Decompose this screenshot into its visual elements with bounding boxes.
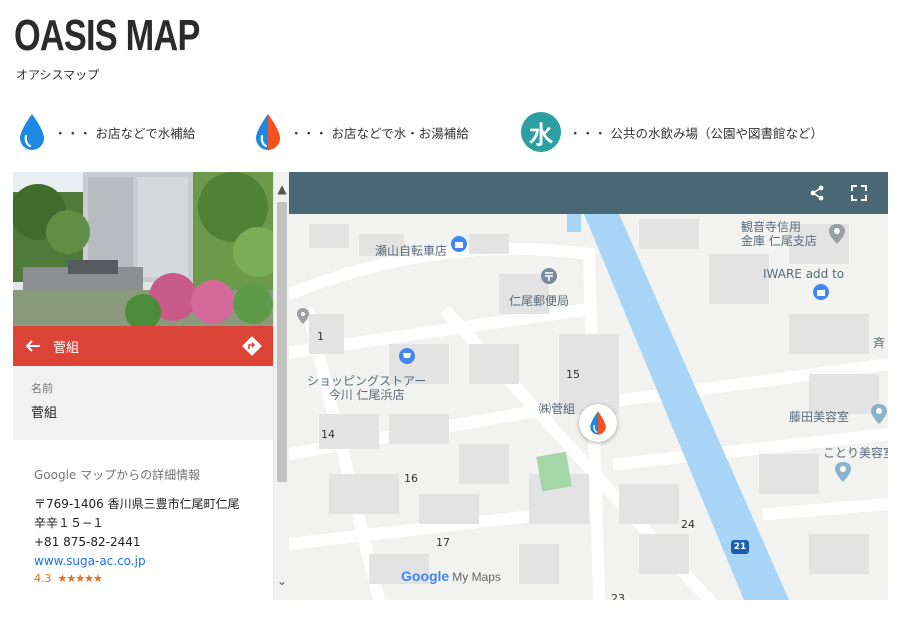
page-title: OASIS MAP [14, 11, 200, 60]
panel-scrollbar[interactable]: ▲ ⌄ [273, 172, 289, 600]
name-value: 菅組 [31, 406, 58, 421]
back-button[interactable] [13, 338, 53, 354]
my-maps-logo-text: My Maps [452, 570, 501, 584]
website-link[interactable]: www.suga-ac.co.jp [34, 552, 259, 571]
legend-item-water-hot: ・・・ お店などで水・お湯補給 [254, 110, 469, 154]
rating-stars: ★★★★★ [57, 572, 103, 585]
google-my-maps-logo: Google My Maps [401, 568, 501, 584]
block-number-1: 1 [317, 330, 324, 343]
place-photo [13, 172, 273, 326]
block-number-24: 24 [681, 518, 695, 531]
poi-iware[interactable]: IWARE add to [763, 267, 844, 281]
water-drop-blue-orange-icon [590, 411, 606, 435]
block-number-14: 14 [321, 428, 335, 441]
selected-place-marker[interactable] [579, 404, 617, 442]
block-number-16: 16 [404, 472, 418, 485]
water-drop-blue-orange-icon [256, 114, 280, 150]
rating: 4.3 ★★★★★ [34, 571, 259, 587]
scroll-up-arrow-icon[interactable]: ▲ [274, 180, 290, 198]
panel-header-title: 菅組 [53, 340, 80, 356]
arrow-back-icon [25, 340, 40, 352]
poi-bank[interactable]: 観音寺信用 金庫 仁尾支店 [741, 220, 817, 248]
poi-bank-line2: 金庫 仁尾支店 [741, 234, 817, 248]
legend-text-water-hot: ・・・ お店などで水・お湯補給 [290, 125, 469, 141]
salon-pin-icon[interactable] [871, 404, 887, 424]
address-line-2: 辛辛１５−１ [34, 516, 105, 530]
block-number-23: 23 [611, 592, 625, 600]
shopping-bag-pin-icon-2[interactable] [813, 284, 829, 302]
map-toolbar [289, 172, 888, 214]
scroll-down-arrow-icon[interactable]: ⌄ [274, 572, 290, 590]
fullscreen-icon[interactable] [850, 184, 868, 202]
poi-shopping-store-line1: ショッピングストアー [307, 374, 427, 388]
address-line-1: 〒769-1406 香川県三豊市仁尾町仁尾 [34, 497, 240, 511]
google-details-section: Google マップからの詳細情報 〒769-1406 香川県三豊市仁尾町仁尾 … [34, 466, 259, 587]
scroll-thumb[interactable] [277, 202, 287, 482]
block-number-17: 17 [436, 536, 450, 549]
poi-shopping-store[interactable]: ショッピングストアー 今川 仁尾浜店 [307, 374, 426, 402]
google-logo-text: Google [401, 568, 450, 584]
name-label: 名前 [31, 382, 53, 395]
poi-shopping-store-line2: 今川 仁尾浜店 [328, 388, 405, 402]
directions-button[interactable] [241, 335, 263, 361]
place-details-panel: 菅組 名前 菅組 Google マップからの詳細情報 〒769-1406 香川県… [13, 172, 273, 600]
poi-bike-shop[interactable]: 瀬山自転車店 [375, 244, 447, 258]
salon-pin-icon-2[interactable] [835, 462, 851, 482]
poi-suga[interactable]: ㈱菅組 [539, 402, 575, 416]
legend-text-water: ・・・ お店などで水補給 [54, 125, 196, 141]
details-heading: Google マップからの詳細情報 [34, 468, 201, 482]
block-number-15: 15 [566, 368, 580, 381]
poi-edge: 斉 [873, 336, 886, 350]
generic-pin-icon[interactable] [297, 308, 309, 324]
poi-salon-kotori[interactable]: ことり美容室 [823, 446, 888, 460]
shopping-cart-pin-icon[interactable] [399, 348, 415, 366]
post-office-pin-icon[interactable] [541, 268, 557, 286]
page-subtitle: オアシスマップ [16, 68, 100, 82]
phone-number: +81 875-82-2441 [34, 535, 141, 549]
poi-salon-fujita[interactable]: 藤田美容室 [789, 410, 849, 424]
name-section: 名前 菅組 [13, 366, 273, 440]
panel-header-bar: 菅組 [13, 326, 273, 366]
bank-pin-icon[interactable] [829, 224, 845, 244]
water-drop-blue-icon [20, 114, 44, 150]
legend-text-public-fountain: ・・・ 公共の水飲み場（公園や図書館など） [569, 125, 823, 141]
legend-item-public-fountain: 水 ・・・ 公共の水飲み場（公園や図書館など） [521, 110, 823, 154]
map-view[interactable]: 瀬山自転車店 仁尾郵便局 ショッピングストアー 今川 仁尾浜店 観音寺信用 金庫… [289, 172, 888, 600]
directions-icon [242, 336, 262, 356]
share-icon[interactable] [808, 184, 826, 202]
rating-value: 4.3 [34, 572, 52, 585]
water-kanji-icon: 水 [521, 112, 561, 152]
shopping-bag-pin-icon[interactable] [451, 236, 467, 254]
route-shield: 21 [731, 540, 749, 554]
poi-post-office[interactable]: 仁尾郵便局 [509, 294, 569, 308]
poi-bank-line1: 観音寺信用 [741, 220, 802, 234]
legend-item-water: ・・・ お店などで水補給 [18, 110, 195, 154]
